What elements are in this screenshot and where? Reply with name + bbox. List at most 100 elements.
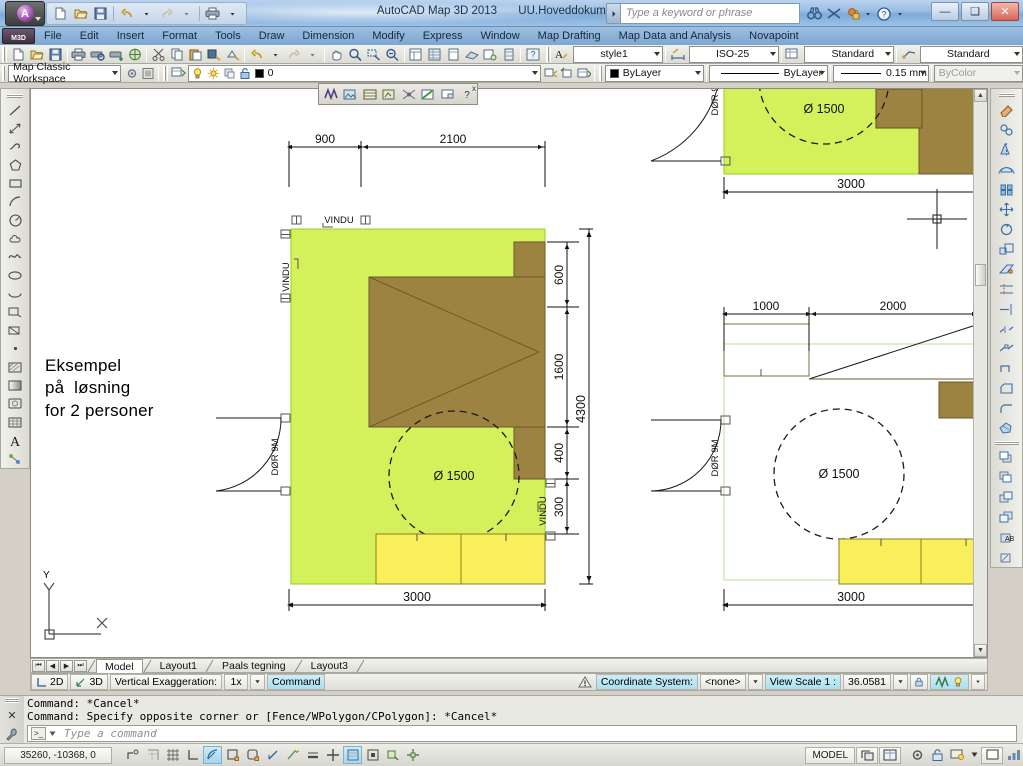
- make-block-icon[interactable]: [5, 321, 25, 339]
- close-button[interactable]: ✕: [991, 2, 1019, 21]
- sign-in-icon[interactable]: [846, 7, 860, 20]
- draworder-below-icon[interactable]: [996, 507, 1018, 527]
- toolbar-grip[interactable]: [546, 46, 551, 62]
- menu-file[interactable]: File: [35, 29, 71, 43]
- window-controls[interactable]: — ❑ ✕: [931, 2, 1019, 21]
- tab-last-button[interactable]: ⏭: [74, 659, 87, 672]
- matchprop-icon[interactable]: [205, 46, 224, 63]
- tab-model[interactable]: Model: [96, 658, 143, 673]
- break-icon[interactable]: [996, 319, 1018, 339]
- scroll-down-button[interactable]: ▼: [974, 644, 987, 657]
- fillet-icon[interactable]: [996, 399, 1018, 419]
- move-icon[interactable]: [996, 199, 1018, 219]
- menu-draw[interactable]: Draw: [250, 29, 294, 43]
- layer-properties-manager-icon[interactable]: [170, 65, 186, 82]
- open-icon[interactable]: [27, 46, 46, 63]
- mleader-style-combo[interactable]: Standard: [920, 45, 1023, 63]
- attach-icon[interactable]: [380, 86, 400, 103]
- coordinates-display[interactable]: 35260, -10368, 0: [4, 746, 112, 764]
- ellipse-icon[interactable]: [5, 266, 25, 284]
- mirror-icon[interactable]: [996, 140, 1018, 160]
- draworder-back-icon[interactable]: [996, 467, 1018, 487]
- dbconnect-icon[interactable]: [500, 46, 519, 63]
- mode-2d-button[interactable]: 2D: [31, 674, 69, 690]
- revcloud-icon[interactable]: [5, 229, 25, 247]
- tab-layout3[interactable]: Layout3: [303, 659, 356, 673]
- clean-screen-icon[interactable]: [981, 746, 1003, 764]
- layer-make-current-icon[interactable]: [560, 65, 576, 82]
- text-style-icon[interactable]: A: [553, 46, 572, 63]
- view-scale-value[interactable]: 36.0581: [843, 674, 891, 690]
- undo-dropdown-icon[interactable]: [266, 46, 285, 63]
- menu-novapoint[interactable]: Novapoint: [740, 29, 808, 43]
- table-style-combo[interactable]: Standard: [804, 45, 895, 63]
- multiline-icon[interactable]: [5, 450, 25, 468]
- selectioncycling-icon[interactable]: [363, 746, 382, 764]
- grid-icon[interactable]: [163, 746, 182, 764]
- menu-bar[interactable]: M3D File Edit Insert Format Tools Draw D…: [0, 27, 1023, 45]
- polygon-icon[interactable]: [5, 156, 25, 174]
- menu-tools[interactable]: Tools: [206, 29, 250, 43]
- coordinate-system-value[interactable]: <none>: [700, 674, 746, 690]
- minimize-button[interactable]: —: [931, 2, 959, 21]
- explode-icon[interactable]: [996, 419, 1018, 439]
- wrench-icon[interactable]: [5, 728, 19, 741]
- map-icon[interactable]: [321, 86, 341, 103]
- menu-window[interactable]: Window: [472, 29, 529, 43]
- markup-icon[interactable]: [481, 46, 500, 63]
- application-status-bar[interactable]: 35260, -10368, 0 MODEL: [0, 743, 1023, 766]
- menu-express[interactable]: Express: [414, 29, 472, 43]
- region-icon[interactable]: [5, 395, 25, 413]
- linetype-combo[interactable]: ByLayer: [708, 64, 829, 82]
- table-icon[interactable]: [5, 413, 25, 431]
- line-icon[interactable]: [5, 101, 25, 119]
- map-status-icons[interactable]: [930, 674, 969, 690]
- binoculars-icon[interactable]: [807, 7, 822, 20]
- draworder-hatch-icon[interactable]: [996, 547, 1018, 567]
- lock-icon[interactable]: [928, 746, 947, 764]
- plot-icon[interactable]: [70, 46, 89, 63]
- point-icon[interactable]: [5, 340, 25, 358]
- layer-states-icon[interactable]: [576, 65, 592, 82]
- pan-icon[interactable]: [327, 46, 346, 63]
- sheetset-icon[interactable]: [462, 46, 481, 63]
- dim-style-combo[interactable]: ISO-25: [688, 45, 779, 63]
- otrack-icon[interactable]: [243, 746, 262, 764]
- workspace-display-icon[interactable]: [140, 65, 156, 82]
- command-dropdown-icon[interactable]: [49, 731, 56, 737]
- infocenter-dropdown-icon[interactable]: [865, 7, 871, 20]
- osnap-icon[interactable]: [223, 746, 242, 764]
- vertical-exaggeration-value[interactable]: 1x: [224, 674, 249, 690]
- layer-combo[interactable]: 0: [187, 64, 541, 82]
- quickprops-icon[interactable]: [343, 746, 362, 764]
- modify-toolbar[interactable]: AB: [990, 88, 1023, 568]
- table-icon[interactable]: [360, 86, 380, 103]
- command-prompt-icon[interactable]: >_: [31, 727, 46, 740]
- extend-icon[interactable]: [996, 299, 1018, 319]
- close-icon[interactable]: x: [472, 84, 476, 93]
- break-at-point-icon[interactable]: [996, 339, 1018, 359]
- publish-icon[interactable]: [107, 46, 126, 63]
- sun-icon[interactable]: [207, 67, 220, 80]
- undo-icon[interactable]: [247, 46, 266, 63]
- topology-icon[interactable]: [399, 86, 419, 103]
- dim-style-icon[interactable]: [668, 46, 687, 63]
- blockeditor-icon[interactable]: [224, 46, 243, 63]
- classify-icon[interactable]: [419, 86, 439, 103]
- dyn-icon[interactable]: [283, 746, 302, 764]
- toolbar-grip[interactable]: [598, 65, 603, 81]
- tab-prev-button[interactable]: ◀: [46, 659, 59, 672]
- image-icon[interactable]: [341, 86, 361, 103]
- view-scale-dropdown[interactable]: [893, 674, 908, 690]
- map-icon[interactable]: [935, 676, 949, 688]
- join-icon[interactable]: [996, 359, 1018, 379]
- scale-icon[interactable]: [996, 239, 1018, 259]
- draw-toolbar[interactable]: A: [0, 88, 30, 469]
- layer-previous-icon[interactable]: [544, 65, 560, 82]
- copy-icon[interactable]: [996, 120, 1018, 140]
- rectangle-icon[interactable]: [5, 174, 25, 192]
- menu-insert[interactable]: Insert: [108, 29, 154, 43]
- save-icon[interactable]: [46, 46, 65, 63]
- text-icon[interactable]: A: [5, 431, 25, 449]
- coordinate-system-dropdown[interactable]: [747, 674, 763, 690]
